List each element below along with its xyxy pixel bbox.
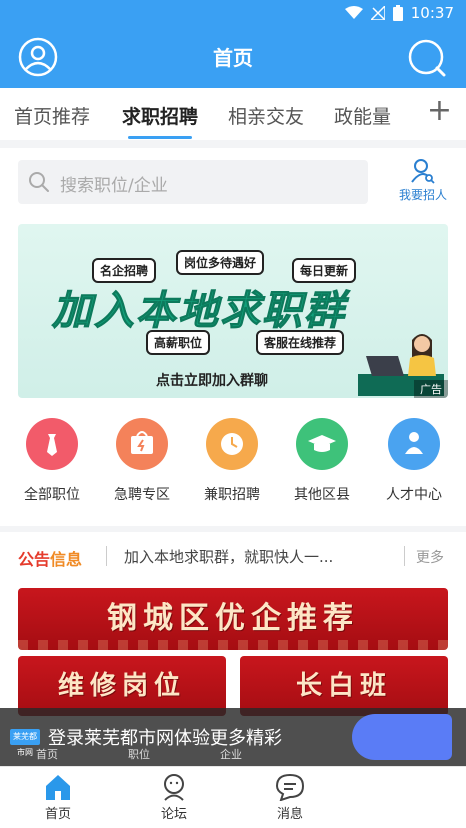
add-tab-icon[interactable]: +: [427, 96, 452, 126]
nav-label: 论坛: [160, 807, 187, 822]
category-talent-center[interactable]: 人才中心: [368, 418, 460, 504]
divider: [404, 546, 405, 566]
status-icons: 10:37: [344, 4, 454, 22]
nav-forum[interactable]: 论坛: [134, 773, 214, 822]
tab-bar: 首页推荐 求职招聘 相亲交友 政能量 +: [0, 88, 466, 140]
recruit-button[interactable]: 我要招人: [388, 158, 458, 208]
notice-text[interactable]: 加入本地求职群，就职快人一...: [124, 546, 333, 567]
bottom-nav: 首页 论坛 消息: [0, 766, 466, 828]
notice-logo: 公告信息: [18, 550, 83, 569]
decoration: [18, 640, 448, 650]
status-bar: 10:37: [0, 0, 466, 28]
login-prompt-text: 登录莱芜都市网体验更多精彩: [48, 728, 282, 749]
battery-icon: [392, 5, 403, 21]
message-icon: [275, 773, 305, 801]
category-row: 全部职位 急聘专区 兼职招聘 其他区县 人才中心: [0, 418, 466, 508]
category-label: 人才中心: [386, 487, 442, 503]
search-input[interactable]: 搜索职位/企业: [18, 160, 368, 204]
bag-icon: [116, 418, 168, 470]
search-icon[interactable]: [406, 37, 446, 77]
status-time: 10:37: [410, 4, 454, 22]
category-urgent[interactable]: 急聘专区: [96, 418, 188, 504]
search-icon: [29, 172, 49, 192]
app-logo: 莱芜都市网: [10, 729, 40, 757]
job-group-banner[interactable]: 名企招聘 岗位多待遇好 每日更新 高薪职位 客服在线推荐 加入本地求职群 点击立…: [18, 224, 448, 398]
active-tab-indicator: [128, 136, 192, 139]
page-title: 首页: [213, 46, 253, 70]
promo-banner-main[interactable]: 钢城区优企推荐: [18, 588, 448, 650]
nav-home[interactable]: 首页: [18, 773, 98, 822]
category-label: 其他区县: [294, 487, 350, 503]
category-label: 急聘专区: [114, 487, 170, 503]
login-button[interactable]: [352, 714, 452, 760]
tab-home-recommend[interactable]: 首页推荐: [14, 102, 90, 129]
promo-right-text: 长白班: [295, 671, 392, 701]
ad-badge: 广告: [414, 380, 448, 398]
divider: [0, 526, 466, 532]
ghost-nav-label: 首页: [36, 748, 58, 761]
tie-icon: [26, 418, 78, 470]
wifi-icon: [344, 6, 363, 19]
clock-icon: [206, 418, 258, 470]
banner-tag: 岗位多待遇好: [176, 250, 265, 275]
banner-title: 加入本地求职群: [52, 288, 346, 335]
person-icon: [388, 418, 440, 470]
graduation-cap-icon: [296, 418, 348, 470]
forum-icon: [164, 774, 184, 801]
divider: [106, 546, 107, 566]
app-header: 首页: [0, 28, 466, 88]
recruit-label: 我要招人: [398, 188, 447, 202]
tab-dating[interactable]: 相亲交友: [228, 102, 304, 129]
notice-bar[interactable]: 公告信息 加入本地求职群，就职快人一... 更多: [0, 538, 466, 574]
promo-banner-left[interactable]: 维修岗位: [18, 656, 226, 716]
category-other-districts[interactable]: 其他区县: [276, 418, 368, 504]
nav-messages[interactable]: 消息: [250, 773, 330, 822]
category-label: 兼职招聘: [204, 487, 260, 503]
ghost-nav-label: 职位: [128, 748, 150, 761]
notice-more-link[interactable]: 更多: [416, 547, 444, 567]
tab-jobs[interactable]: 求职招聘: [122, 102, 198, 129]
divider: [0, 140, 466, 148]
promo-left-text: 维修岗位: [57, 671, 186, 701]
category-label: 全部职位: [24, 487, 80, 503]
nav-label: 消息: [276, 807, 303, 822]
category-part-time[interactable]: 兼职招聘: [186, 418, 278, 504]
search-placeholder: 搜索职位/企业: [60, 176, 168, 196]
banner-cta: 点击立即加入群聊: [156, 373, 268, 389]
promo-banner-right[interactable]: 长白班: [240, 656, 448, 716]
category-all-jobs[interactable]: 全部职位: [6, 418, 98, 504]
no-signal-icon: [370, 6, 385, 20]
tab-positive-energy[interactable]: 政能量: [334, 102, 391, 129]
nav-label: 首页: [44, 807, 71, 822]
person-search-icon: [411, 159, 435, 184]
home-icon: [46, 775, 70, 800]
ghost-nav-label: 企业: [220, 748, 242, 761]
